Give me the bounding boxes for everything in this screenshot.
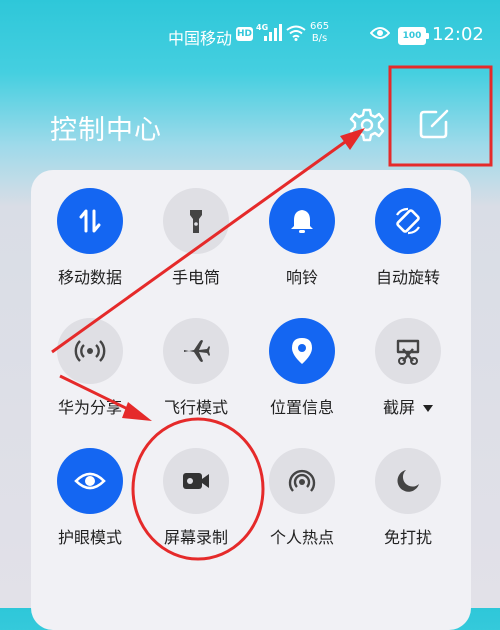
tile-button-screen-record[interactable] <box>163 448 229 514</box>
tile-label-text: 屏幕录制 <box>163 528 228 547</box>
tile-label-text: 自动旋转 <box>375 268 440 287</box>
signal-icon <box>264 24 282 41</box>
screen-record-icon <box>180 469 212 493</box>
speed-value: 665 <box>310 21 330 32</box>
bell-icon <box>287 206 317 236</box>
tile-huawei-share[interactable]: 华为分享 <box>35 318 145 438</box>
tile-label: 护眼模式 <box>35 524 145 548</box>
tile-label: 自动旋转 <box>353 264 463 288</box>
screenshot-icon <box>392 335 424 367</box>
eye-comfort-icon <box>74 469 106 493</box>
tile-label-text: 手电筒 <box>171 268 220 287</box>
tile-button-ring[interactable] <box>269 188 335 254</box>
tile-airplane-mode[interactable]: 飞行模式 <box>141 318 251 438</box>
tile-label-text: 飞行模式 <box>163 398 228 417</box>
clock: 12:02 <box>432 24 484 45</box>
network-speed: 665 B/s <box>310 21 329 45</box>
moon-icon <box>393 466 423 496</box>
speed-unit: B/s <box>311 33 328 44</box>
tile-button-flashlight[interactable] <box>163 188 229 254</box>
tile-label-text: 位置信息 <box>269 398 334 417</box>
hd-badge: HD <box>236 27 253 41</box>
tile-label: 华为分享 <box>35 394 145 418</box>
tile-label: 个人热点 <box>247 524 357 548</box>
carrier-name: 中国移动 <box>168 29 233 48</box>
tile-label: 移动数据 <box>35 264 145 288</box>
page-title: 控制中心 <box>50 115 162 146</box>
tile-label-text: 免打扰 <box>383 528 432 547</box>
dropdown-caret-icon[interactable] <box>423 405 433 412</box>
edit-icon[interactable] <box>414 104 454 144</box>
tile-eye-comfort[interactable]: 护眼模式 <box>35 448 145 568</box>
mobile-data-icon <box>75 206 105 236</box>
airplane-icon <box>180 335 212 367</box>
tile-button-huawei-share[interactable] <box>57 318 123 384</box>
tile-label: 手电筒 <box>141 264 251 288</box>
battery-indicator: 100 <box>398 27 429 45</box>
tile-button-auto-rotate[interactable] <box>375 188 441 254</box>
tile-screen-record[interactable]: 屏幕录制 <box>141 448 251 568</box>
wifi-icon <box>286 25 306 41</box>
tile-button-hotspot[interactable] <box>269 448 335 514</box>
location-icon <box>287 335 317 367</box>
tile-button-screenshot[interactable] <box>375 318 441 384</box>
hotspot-icon <box>286 465 318 497</box>
tile-label-text: 移动数据 <box>57 268 122 287</box>
tile-label: 位置信息 <box>247 394 357 418</box>
tile-flashlight[interactable]: 手电筒 <box>141 188 251 308</box>
tile-label-text: 截屏 <box>382 398 415 417</box>
status-bar: 中国移动 HD 4G 665 B/s 100 12:02 <box>0 0 500 70</box>
tile-label-text: 响铃 <box>285 268 318 287</box>
tile-button-eye-comfort[interactable] <box>57 448 123 514</box>
tile-label: 截屏 <box>353 394 463 418</box>
eye-comfort-status-icon <box>370 27 390 39</box>
tile-label-text: 个人热点 <box>269 528 334 547</box>
tile-label: 免打扰 <box>353 524 463 548</box>
auto-rotate-icon <box>392 205 424 237</box>
tile-screenshot[interactable]: 截屏 <box>353 318 463 438</box>
tile-label-text: 护眼模式 <box>57 528 122 547</box>
huawei-share-icon <box>74 335 106 367</box>
tile-button-mobile-data[interactable] <box>57 188 123 254</box>
tile-button-airplane-mode[interactable] <box>163 318 229 384</box>
tile-label: 屏幕录制 <box>141 524 251 548</box>
tile-do-not-disturb[interactable]: 免打扰 <box>353 448 463 568</box>
tile-label-text: 华为分享 <box>57 398 122 417</box>
tile-hotspot[interactable]: 个人热点 <box>247 448 357 568</box>
tile-button-do-not-disturb[interactable] <box>375 448 441 514</box>
settings-gear-icon[interactable] <box>348 106 386 144</box>
tile-label: 飞行模式 <box>141 394 251 418</box>
tile-label: 响铃 <box>247 264 357 288</box>
flashlight-icon <box>181 206 211 236</box>
tile-mobile-data[interactable]: 移动数据 <box>35 188 145 308</box>
tile-ring[interactable]: 响铃 <box>247 188 357 308</box>
tile-location[interactable]: 位置信息 <box>247 318 357 438</box>
tile-auto-rotate[interactable]: 自动旋转 <box>353 188 463 308</box>
tile-button-location[interactable] <box>269 318 335 384</box>
